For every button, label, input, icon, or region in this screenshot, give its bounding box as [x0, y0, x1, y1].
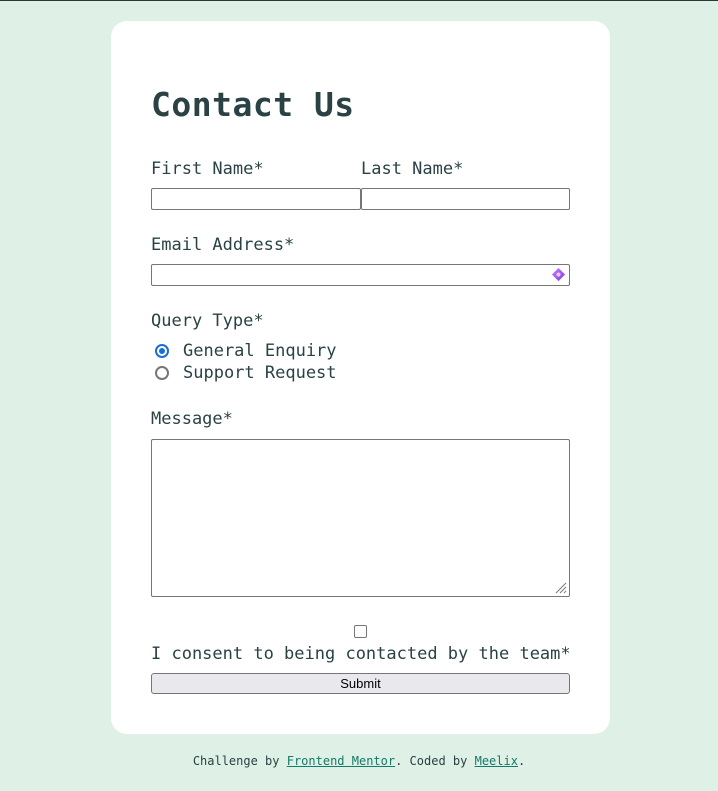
consent-checkbox[interactable]	[354, 625, 367, 638]
message-label: Message*	[151, 409, 233, 429]
contact-form-card: Contact Us First Name* Last Name* Email …	[111, 21, 610, 734]
footer-suffix: .	[517, 754, 526, 768]
resize-grip-icon[interactable]	[555, 582, 567, 594]
radio-general-enquiry[interactable]	[155, 344, 169, 358]
author-link[interactable]: Meelix	[475, 754, 518, 768]
query-option-support[interactable]: Support Request	[155, 363, 337, 383]
radio-label-support-request: Support Request	[183, 363, 337, 383]
last-name-input[interactable]	[361, 188, 570, 210]
submit-button[interactable]: Submit	[151, 673, 570, 694]
page-title: Contact Us	[151, 85, 355, 124]
email-input[interactable]	[151, 264, 570, 286]
radio-support-request[interactable]	[155, 366, 169, 380]
query-option-general[interactable]: General Enquiry	[155, 341, 337, 361]
password-manager-icon[interactable]	[551, 267, 566, 282]
radio-label-general-enquiry: General Enquiry	[183, 341, 337, 361]
first-name-input[interactable]	[151, 188, 361, 210]
email-label: Email Address*	[151, 235, 295, 255]
attribution-footer: Challenge by Frontend Mentor. Coded by M…	[0, 753, 718, 769]
first-name-label: First Name*	[151, 159, 264, 179]
message-textarea[interactable]	[151, 439, 570, 597]
query-type-label: Query Type*	[151, 311, 264, 331]
frontend-mentor-link[interactable]: Frontend Mentor	[287, 754, 395, 768]
footer-prefix: Challenge by	[192, 754, 287, 768]
consent-label: I consent to being contacted by the team…	[151, 644, 571, 664]
top-border	[0, 0, 718, 1]
footer-middle: . Coded by	[395, 754, 475, 768]
last-name-label: Last Name*	[361, 159, 464, 179]
